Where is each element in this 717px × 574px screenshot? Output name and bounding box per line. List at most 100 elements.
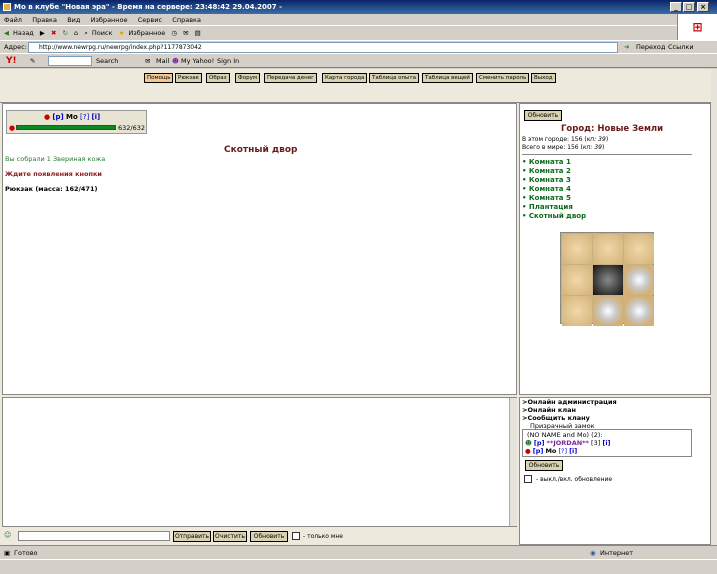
menu-tools[interactable]: Сервис <box>134 14 166 26</box>
chat-scrollbar[interactable] <box>509 398 517 526</box>
nav-backpack-button[interactable]: Рюкзак <box>175 73 202 83</box>
room-link-plantation[interactable]: • Плантация <box>522 203 573 212</box>
auto-refresh-checkbox[interactable] <box>524 475 532 483</box>
back-arrow-icon: ◀ <box>4 29 9 37</box>
room-link-2[interactable]: • Комната 2 <box>522 167 571 176</box>
minimize-button[interactable]: _ <box>670 2 682 12</box>
user-level: [3] <box>591 439 601 447</box>
address-input[interactable]: http://www.newrpg.ru/newrpg/index.php?11… <box>28 42 618 53</box>
hp-icon: ● <box>9 124 16 132</box>
favorites-button[interactable]: Избранное <box>128 27 165 40</box>
maximize-button[interactable]: □ <box>683 2 695 12</box>
map-tile[interactable] <box>562 265 592 295</box>
user-row: ☻ [р] **JORDAN** [3] [i] <box>525 439 611 447</box>
user-name[interactable]: Мо <box>545 447 556 455</box>
yahoo-mail-link[interactable]: Mail <box>156 54 169 69</box>
nav-money-transfer-button[interactable]: Передача денег <box>264 73 317 83</box>
browser-toolbar: ◀ Назад ▶ ✖ ↻ ⌂ ⌕ Поиск ★ Избранное ◷ ✉ ▤ <box>0 27 677 40</box>
search-icon: ⌕ <box>84 29 88 37</box>
city-population: В этом городе: 156 (кп: 39) <box>522 136 609 143</box>
user-info-link[interactable]: [i] <box>602 439 610 447</box>
map-tile[interactable] <box>593 234 623 264</box>
nav-appearance-button[interactable]: Образ <box>206 73 230 83</box>
print-icon[interactable]: ▤ <box>195 27 201 40</box>
taskbar <box>0 559 717 574</box>
sign-in-link[interactable]: Sign In <box>217 54 239 69</box>
favorites-star-icon: ★ <box>118 29 125 37</box>
online-admin-link[interactable]: >Онлайн администрация <box>522 398 617 406</box>
private-only-label: - только мне <box>303 533 343 540</box>
nav-city-map-button[interactable]: Карта города <box>322 73 368 83</box>
map-tile-building[interactable] <box>624 296 654 326</box>
user-name[interactable]: **JORDAN** <box>547 439 589 447</box>
room-link-barnyard[interactable]: • Скотный двор <box>522 212 586 221</box>
pencil-icon[interactable]: ✎ <box>30 54 35 69</box>
hp-bar <box>16 125 116 130</box>
city-name: Город: Новые Земли <box>561 124 664 134</box>
user-list-box: (NO NAME and Mo) (2): ☻ [р] **JORDAN** [… <box>522 429 692 457</box>
chat-message-input[interactable] <box>18 531 170 541</box>
my-yahoo-link[interactable]: My Yahoo! <box>181 54 214 69</box>
chat-log[interactable] <box>2 397 517 527</box>
room-link-4[interactable]: • Комната 4 <box>522 185 571 194</box>
chat-smile-icon[interactable]: ☺ <box>4 531 11 539</box>
page-icon: ▣ <box>4 549 11 557</box>
nav-help-button[interactable]: Помощь <box>144 73 174 83</box>
yahoo-search-input[interactable] <box>48 56 92 66</box>
nav-forum-button[interactable]: Форум <box>235 73 260 83</box>
auto-refresh-label: - выкл./вкл. обновление <box>536 476 613 483</box>
map-tile-building[interactable] <box>593 296 623 326</box>
user-info-link[interactable]: [i] <box>569 447 577 455</box>
menu-file[interactable]: Файл <box>0 14 26 26</box>
nav-change-password-button[interactable]: Сменить пароль <box>476 73 530 83</box>
city-refresh-button[interactable]: Обновить <box>524 110 562 121</box>
menu-edit[interactable]: Правка <box>28 14 61 26</box>
map-tile[interactable] <box>624 234 654 264</box>
clear-button[interactable]: Очистить <box>213 531 247 542</box>
online-clan-link[interactable]: >Онлайн клан <box>522 406 576 414</box>
page-scrollbar[interactable] <box>711 69 717 545</box>
world-population: Всего в мире: 156 (кп: 39) <box>522 144 605 151</box>
player-private-link[interactable]: [р] <box>52 113 63 121</box>
online-panel: >Онлайн администрация >Онлайн клан >Сооб… <box>519 397 711 545</box>
window-titlebar: Мо в клубе "Новая эра" - Время на сервер… <box>0 0 717 14</box>
hp-value: 632/632 <box>118 124 146 132</box>
user-private-link[interactable]: [р] <box>533 447 544 455</box>
private-only-checkbox[interactable] <box>292 532 300 540</box>
user-private-link[interactable]: [р] <box>534 439 545 447</box>
game-nav-bar: Помощь Рюкзак Образ Форум Передача денег… <box>0 69 711 103</box>
nav-items-table-button[interactable]: Таблица вещей <box>422 73 473 83</box>
room-link-1[interactable]: • Комната 1 <box>522 158 571 167</box>
tell-clan-link[interactable]: >Сообщить клану <box>522 414 590 422</box>
room-link-3[interactable]: • Комната 3 <box>522 176 571 185</box>
player-level: [?] <box>80 113 90 121</box>
location-title: Скотный двор <box>224 145 298 155</box>
history-icon[interactable]: ◷ <box>171 27 177 40</box>
nav-exp-table-button[interactable]: Таблица опыта <box>369 73 419 83</box>
online-refresh-button[interactable]: Обновить <box>525 460 563 471</box>
refresh-icon[interactable]: ↻ <box>63 27 68 40</box>
map-tile-building[interactable] <box>624 265 654 295</box>
back-button[interactable]: Назад <box>13 27 34 40</box>
nav-exit-button[interactable]: Выход <box>531 73 556 83</box>
player-info-link[interactable]: [i] <box>91 113 100 121</box>
my-yahoo-icon: ☻ <box>172 57 179 65</box>
menu-view[interactable]: Вид <box>63 14 84 26</box>
chat-input-bar: ☺ Отправить Очистить Обновить - только м… <box>0 528 517 545</box>
map-tile[interactable] <box>562 296 592 326</box>
forward-arrow-icon[interactable]: ▶ <box>40 27 45 40</box>
close-button[interactable]: × <box>697 2 709 12</box>
send-button[interactable]: Отправить <box>173 531 211 542</box>
search-button[interactable]: Поиск <box>92 27 113 40</box>
chat-refresh-button[interactable]: Обновить <box>250 531 288 542</box>
yahoo-search-button[interactable]: Search <box>96 54 118 69</box>
mail-icon[interactable]: ✉ <box>183 27 188 40</box>
map-tile[interactable] <box>562 234 592 264</box>
menu-help[interactable]: Справка <box>168 14 205 26</box>
menu-favorites[interactable]: Избранное <box>87 14 132 26</box>
stop-icon[interactable]: ✖ <box>51 27 56 40</box>
home-icon[interactable]: ⌂ <box>74 27 78 40</box>
yahoo-logo-icon[interactable]: Y! <box>6 54 17 69</box>
room-link-5[interactable]: • Комната 5 <box>522 194 571 203</box>
map-tile-current[interactable] <box>593 265 623 295</box>
